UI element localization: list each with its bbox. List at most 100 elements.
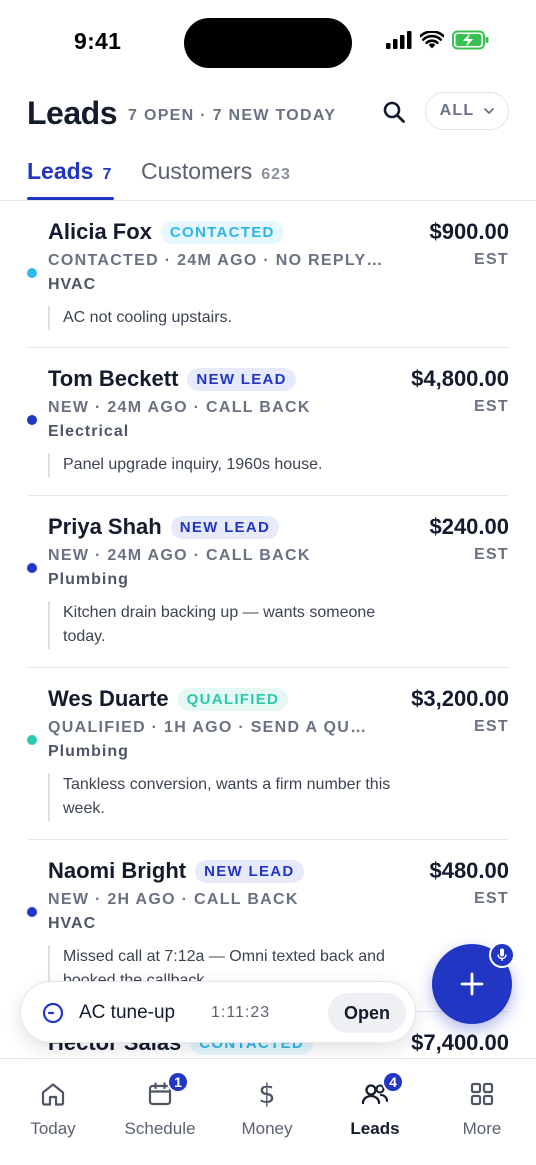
active-tab-indicator	[27, 197, 114, 200]
lead-name: Priya Shah	[48, 514, 162, 539]
lead-meta: NEW · 24M AGO · CALL BACK	[48, 399, 311, 416]
lead-amount: $240.00	[429, 514, 509, 539]
page-subtitle: 7 OPEN · 7 NEW TODAY	[128, 107, 337, 124]
lead-meta: NEW · 2H AGO · CALL BACK	[48, 891, 299, 908]
status-badge: NEW LEAD	[187, 367, 296, 391]
status-icons	[386, 30, 490, 50]
lead-name-row: Priya Shah NEW LEAD	[48, 514, 280, 540]
lead-name: Tom Beckett	[48, 366, 179, 391]
lead-meta: QUALIFIED · 1H AGO · SEND A QU…	[48, 719, 368, 736]
lead-meta: CONTACTED · 24M AGO · NO REPLY…	[48, 252, 384, 269]
status-dot	[27, 563, 37, 573]
nav-label: Today	[30, 1119, 76, 1138]
nav-item-leads[interactable]: 4 Leads	[325, 1071, 425, 1147]
nav-icon-wrap	[432, 1077, 532, 1111]
home-icon	[41, 1083, 65, 1106]
filter-dropdown[interactable]: ALL	[425, 92, 509, 130]
lead-amount-label: EST	[473, 890, 509, 907]
search-button[interactable]	[378, 96, 410, 128]
filter-label: ALL	[439, 102, 475, 119]
nav-icon-wrap: 4	[325, 1071, 425, 1111]
status-badge: NEW LEAD	[170, 515, 280, 539]
tab-label: Customers	[141, 158, 253, 184]
lead-amount: $900.00	[429, 219, 509, 244]
dollar-icon: $	[258, 1078, 276, 1110]
nav-item-today[interactable]: Today	[3, 1077, 103, 1147]
lead-note: AC not cooling upstairs.	[48, 306, 398, 330]
tab-count: 623	[261, 166, 291, 183]
timer-job-title: AC tune-up	[79, 1002, 176, 1023]
wifi-icon	[420, 31, 444, 49]
cellular-signal-icon	[386, 31, 412, 49]
nav-label: Money	[241, 1119, 293, 1138]
lead-amount-label: EST	[473, 251, 509, 268]
lead-amount: $4,800.00	[411, 366, 509, 391]
page-header: Leads 7 OPEN · 7 NEW TODAY ALL	[0, 88, 536, 146]
status-dot	[27, 268, 37, 278]
lead-amount: $7,400.00	[411, 1030, 509, 1055]
chevron-down-icon	[484, 107, 495, 114]
lead-note: Kitchen drain backing up — wants someone…	[48, 601, 398, 649]
lead-name: Alicia Fox	[48, 219, 152, 244]
lead-name-row: Tom Beckett NEW LEAD	[48, 366, 296, 392]
nav-item-schedule[interactable]: 1 Schedule	[110, 1071, 210, 1147]
notification-badge: 4	[382, 1071, 404, 1093]
lead-row[interactable]: Priya Shah NEW LEAD NEW · 24M AGO · CALL…	[27, 496, 509, 668]
status-dot	[27, 907, 37, 917]
tab-leads[interactable]: Leads 7	[27, 158, 112, 200]
lead-meta: NEW · 24M AGO · CALL BACK	[48, 547, 311, 564]
lead-row[interactable]: Alicia Fox CONTACTED CONTACTED · 24M AGO…	[27, 201, 509, 348]
timer-icon	[42, 1002, 64, 1024]
nav-label: Schedule	[124, 1119, 196, 1138]
status-dot	[27, 415, 37, 425]
lead-amount-label: EST	[473, 718, 509, 735]
lead-amount: $3,200.00	[411, 686, 509, 711]
lead-name-row: Wes Duarte QUALIFIED	[48, 686, 289, 712]
lead-note: Tankless conversion, wants a firm number…	[48, 773, 398, 821]
lead-trade: HVAC	[48, 915, 97, 932]
page-title: Leads	[27, 95, 117, 131]
lead-row[interactable]: Wes Duarte QUALIFIED QUALIFIED · 1H AGO …	[27, 668, 509, 840]
nav-icon-wrap	[3, 1077, 103, 1111]
nav-icon-wrap: $	[217, 1077, 317, 1111]
lead-trade: Electrical	[48, 423, 130, 440]
notification-badge: 1	[167, 1071, 189, 1093]
status-time: 9:41	[74, 28, 122, 54]
open-job-button[interactable]: Open	[328, 993, 406, 1033]
lead-note: Panel upgrade inquiry, 1960s house.	[48, 453, 398, 477]
lead-name-row: Naomi Bright NEW LEAD	[48, 858, 304, 884]
status-badge: QUALIFIED	[177, 687, 289, 711]
nav-item-more[interactable]: More	[432, 1077, 532, 1147]
status-bar: 9:41	[0, 0, 536, 88]
tab-label: Leads	[27, 158, 94, 184]
nav-icon-wrap: 1	[110, 1071, 210, 1111]
lead-name-row: Alicia Fox CONTACTED	[48, 219, 284, 245]
lead-name: Naomi Bright	[48, 858, 187, 883]
lead-amount-label: EST	[473, 398, 509, 415]
voice-input-button[interactable]	[489, 942, 515, 968]
tab-customers[interactable]: Customers 623	[141, 158, 291, 200]
plus-icon	[460, 972, 484, 996]
nav-label: Leads	[350, 1119, 400, 1138]
status-badge: NEW LEAD	[195, 859, 304, 883]
tab-count: 7	[102, 166, 113, 183]
status-dot	[27, 735, 37, 745]
lead-row[interactable]: Tom Beckett NEW LEAD NEW · 24M AGO · CAL…	[27, 348, 509, 496]
nav-label: More	[462, 1119, 502, 1138]
timer-elapsed: 1:11:23	[211, 1004, 271, 1021]
segment-tabs: Leads 7 Customers 623	[0, 150, 536, 201]
nav-item-money[interactable]: $ Money	[217, 1077, 317, 1147]
lead-trade: HVAC	[48, 276, 97, 293]
microphone-icon	[497, 948, 507, 961]
lead-name: Wes Duarte	[48, 686, 169, 711]
search-icon	[383, 101, 405, 123]
battery-charging-icon	[452, 30, 489, 50]
grid-icon	[470, 1082, 494, 1106]
lead-list[interactable]: Alicia Fox CONTACTED CONTACTED · 24M AGO…	[0, 201, 536, 1058]
active-job-timer[interactable]: AC tune-up 1:11:23 Open	[20, 981, 416, 1043]
dynamic-island	[184, 18, 352, 68]
lead-trade: Plumbing	[48, 571, 129, 588]
lead-amount-label: EST	[473, 546, 509, 563]
lead-amount: $480.00	[429, 858, 509, 883]
lead-trade: Plumbing	[48, 743, 129, 760]
